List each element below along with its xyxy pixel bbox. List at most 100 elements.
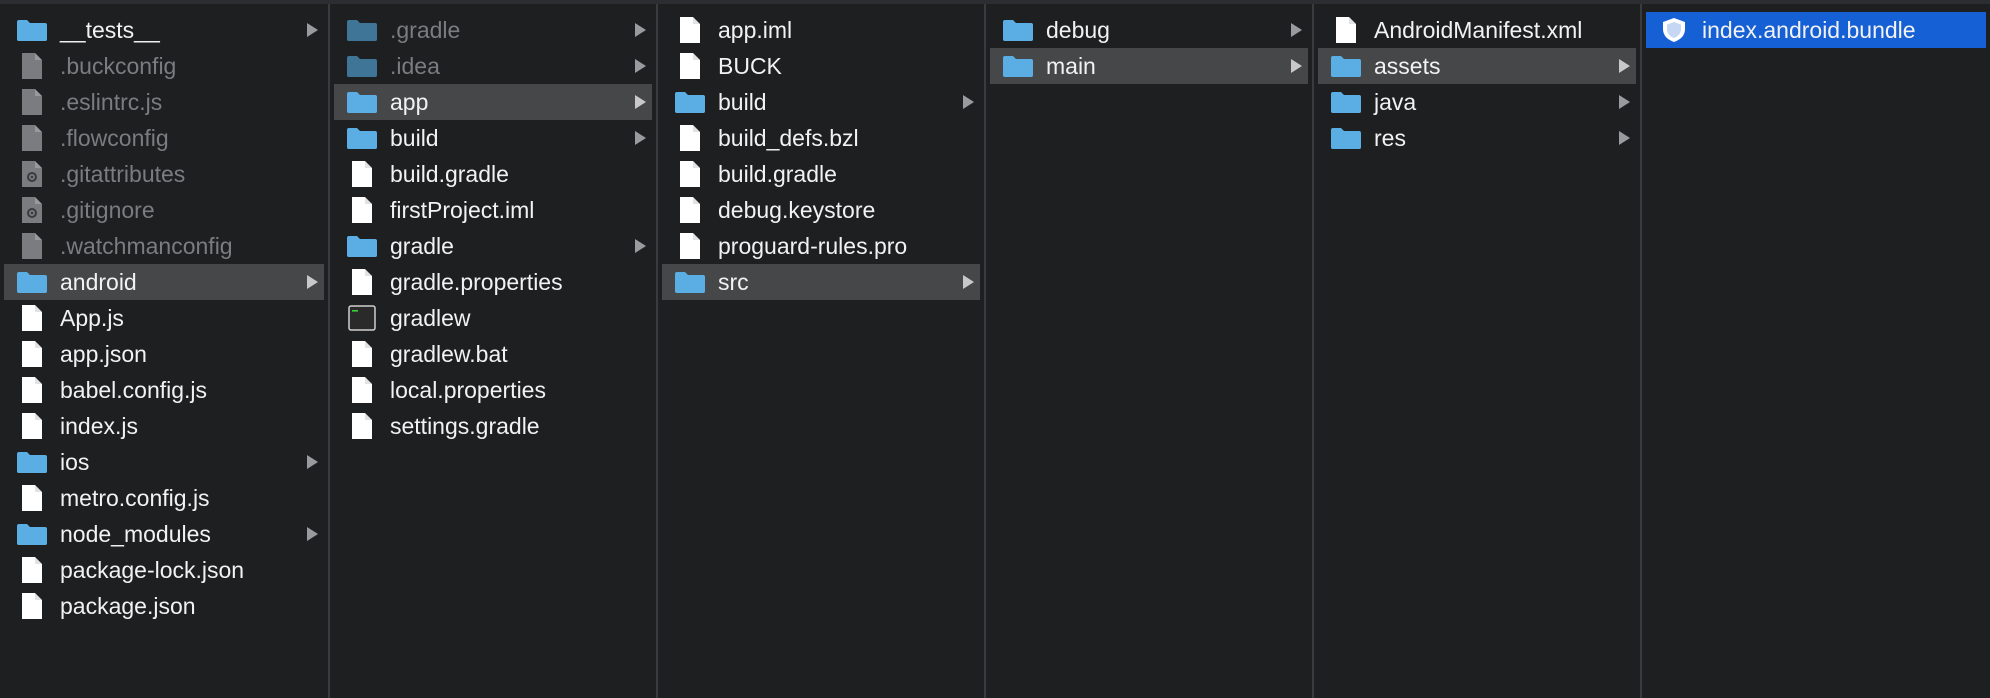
folder-item-res[interactable]: res — [1318, 120, 1636, 156]
folder-item-gradle[interactable]: gradle — [334, 228, 652, 264]
file-item-app-json[interactable]: app.json — [4, 336, 324, 372]
folder-icon — [346, 53, 378, 79]
item-label: index.android.bundle — [1702, 17, 1916, 43]
file-item-build-defs-bzl[interactable]: build_defs.bzl — [662, 120, 980, 156]
item-label: node_modules — [60, 521, 211, 547]
file-icon — [16, 53, 48, 79]
folder-item-gradle[interactable]: .gradle — [334, 12, 652, 48]
item-label: package.json — [60, 593, 196, 619]
folder-item-android[interactable]: android — [4, 264, 324, 300]
file-icon — [674, 161, 706, 187]
folder-icon — [346, 233, 378, 259]
column-2[interactable]: .gradle .idea app build build.gradle firstPro… — [330, 4, 658, 698]
column-browser: __tests__ .buckconfig .eslintrc.js .flowcon… — [0, 4, 1990, 698]
column-4[interactable]: debug main — [986, 4, 1314, 698]
column-3[interactable]: app.iml BUCK build build_defs.bzl build.grad… — [658, 4, 986, 698]
file-icon — [16, 341, 48, 367]
file-item-gradlew-bat[interactable]: gradlew.bat — [334, 336, 652, 372]
item-label: ios — [60, 449, 90, 475]
file-item-app-js[interactable]: App.js — [4, 300, 324, 336]
file-item-gitattributes[interactable]: .gitattributes — [4, 156, 324, 192]
folder-icon — [16, 269, 48, 295]
folder-item-node-modules[interactable]: node_modules — [4, 516, 324, 552]
file-icon — [16, 233, 48, 259]
folder-icon — [674, 269, 706, 295]
shield-icon — [1658, 17, 1690, 43]
file-item-app-iml[interactable]: app.iml — [662, 12, 980, 48]
file-item-package-lock-json[interactable]: package-lock.json — [4, 552, 324, 588]
folder-item-idea[interactable]: .idea — [334, 48, 652, 84]
item-label: res — [1374, 125, 1406, 151]
file-item-build-gradle[interactable]: build.gradle — [334, 156, 652, 192]
file-item-eslintrc-js[interactable]: .eslintrc.js — [4, 84, 324, 120]
file-item-local-properties[interactable]: local.properties — [334, 372, 652, 408]
folder-item-main[interactable]: main — [990, 48, 1308, 84]
file-item-build-gradle[interactable]: build.gradle — [662, 156, 980, 192]
file-item-index-js[interactable]: index.js — [4, 408, 324, 444]
item-label: assets — [1374, 53, 1441, 79]
folder-item-assets[interactable]: assets — [1318, 48, 1636, 84]
file-item-gradlew[interactable]: gradlew — [334, 300, 652, 336]
file-icon — [346, 269, 378, 295]
item-label: local.properties — [390, 377, 546, 403]
file-icon — [346, 413, 378, 439]
folder-item-build[interactable]: build — [334, 120, 652, 156]
file-icon — [674, 125, 706, 151]
chevron-right-icon — [307, 455, 318, 469]
folder-icon — [16, 17, 48, 43]
file-item-androidmanifest-xml[interactable]: AndroidManifest.xml — [1318, 12, 1636, 48]
chevron-right-icon — [1291, 23, 1302, 37]
item-label: .buckconfig — [60, 53, 177, 79]
folder-item-src[interactable]: src — [662, 264, 980, 300]
file-item-metro-config-js[interactable]: metro.config.js — [4, 480, 324, 516]
file-icon — [16, 485, 48, 511]
folder-item-java[interactable]: java — [1318, 84, 1636, 120]
chevron-right-icon — [1619, 59, 1630, 73]
column-1[interactable]: __tests__ .buckconfig .eslintrc.js .flowcon… — [0, 4, 330, 698]
folder-item-ios[interactable]: ios — [4, 444, 324, 480]
item-label: package-lock.json — [60, 557, 245, 583]
column-5[interactable]: AndroidManifest.xml assets java res — [1314, 4, 1642, 698]
file-item-buck[interactable]: BUCK — [662, 48, 980, 84]
chevron-right-icon — [1619, 131, 1630, 145]
file-item-babel-config-js[interactable]: babel.config.js — [4, 372, 324, 408]
folder-item-app[interactable]: app — [334, 84, 652, 120]
folder-icon — [1330, 53, 1362, 79]
folder-item-debug[interactable]: debug — [990, 12, 1308, 48]
file-item-watchmanconfig[interactable]: .watchmanconfig — [4, 228, 324, 264]
item-label: __tests__ — [60, 17, 160, 43]
item-label: babel.config.js — [60, 377, 208, 403]
file-icon — [16, 413, 48, 439]
chevron-right-icon — [963, 95, 974, 109]
folder-icon — [1002, 53, 1034, 79]
item-label: index.js — [60, 413, 138, 439]
file-item-buckconfig[interactable]: .buckconfig — [4, 48, 324, 84]
column-6[interactable]: index.android.bundle — [1642, 4, 1990, 698]
file-item-index-android-bundle[interactable]: index.android.bundle — [1646, 12, 1986, 48]
file-item-package-json[interactable]: package.json — [4, 588, 324, 624]
item-label: AndroidManifest.xml — [1374, 17, 1583, 43]
file-item-flowconfig[interactable]: .flowconfig — [4, 120, 324, 156]
file-item-settings-gradle[interactable]: settings.gradle — [334, 408, 652, 444]
chevron-right-icon — [635, 131, 646, 145]
file-icon — [16, 125, 48, 151]
file-icon — [16, 377, 48, 403]
file-item-gitignore[interactable]: .gitignore — [4, 192, 324, 228]
gear-file-icon — [16, 197, 48, 223]
item-label: app.json — [60, 341, 147, 367]
file-item-proguard-rules-pro[interactable]: proguard-rules.pro — [662, 228, 980, 264]
file-icon — [674, 53, 706, 79]
folder-item-build[interactable]: build — [662, 84, 980, 120]
folder-icon — [16, 521, 48, 547]
file-item-gradle-properties[interactable]: gradle.properties — [334, 264, 652, 300]
file-icon — [346, 197, 378, 223]
folder-icon — [16, 449, 48, 475]
file-item-debug-keystore[interactable]: debug.keystore — [662, 192, 980, 228]
item-label: gradle — [390, 233, 454, 259]
folder-icon — [674, 89, 706, 115]
file-item-firstproject-iml[interactable]: firstProject.iml — [334, 192, 652, 228]
folder-icon — [1002, 17, 1034, 43]
folder-item-tests[interactable]: __tests__ — [4, 12, 324, 48]
file-icon — [346, 377, 378, 403]
item-label: gradle.properties — [390, 269, 563, 295]
